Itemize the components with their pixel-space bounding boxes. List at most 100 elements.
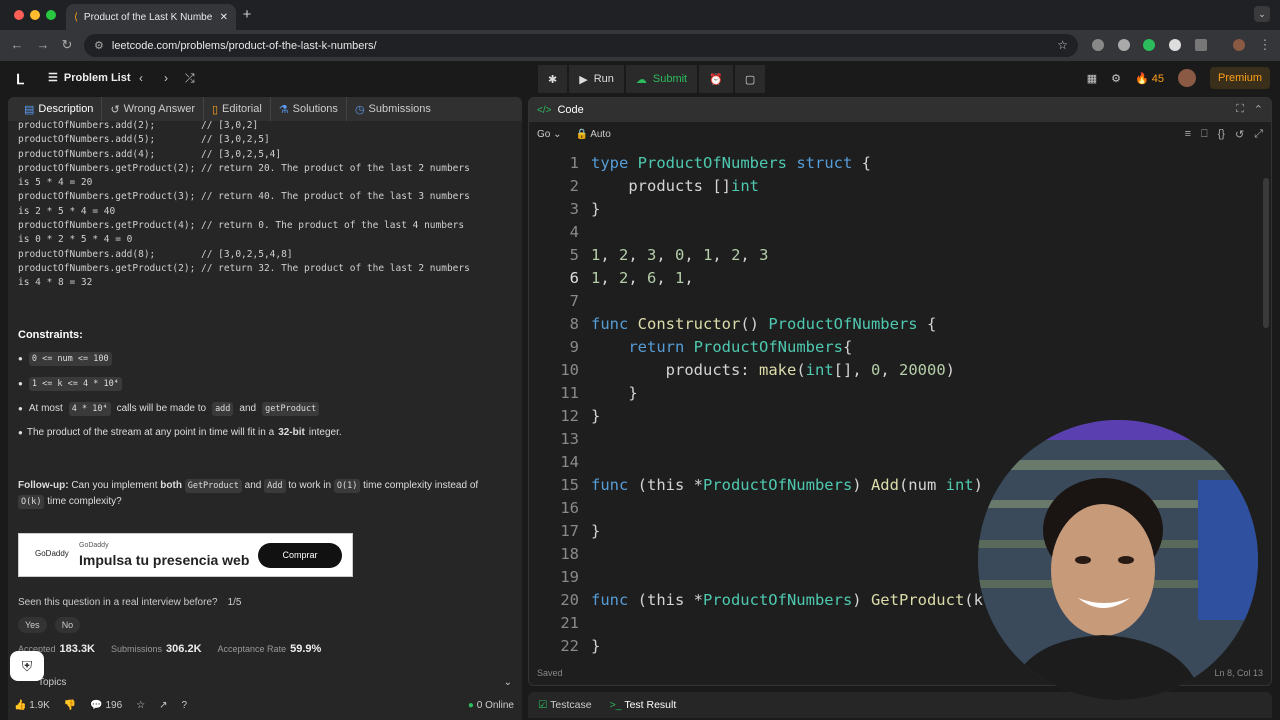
layout-icon[interactable]: ▦ (1087, 72, 1097, 85)
bullet-icon: ● (18, 404, 23, 414)
header-right: ▦ ⚙ 🔥 45 Premium (1087, 67, 1270, 89)
comments-button[interactable]: 💬 196 (90, 700, 122, 711)
back-icon[interactable]: ← (10, 38, 24, 52)
submit-button[interactable]: ☁ Submit (625, 65, 698, 93)
site-info-icon[interactable]: ⚙ (94, 39, 104, 52)
constraint-item: ● 0 <= num <= 100 (18, 351, 512, 366)
premium-button[interactable]: Premium (1209, 67, 1270, 89)
leetcode-logo-icon[interactable]: ᒪ (16, 71, 30, 87)
editor-scrollbar[interactable] (1263, 178, 1269, 328)
close-window-button[interactable] (14, 10, 24, 20)
language-select[interactable]: Go ⌄ (537, 129, 562, 140)
code-line: func (this *ProductOfNumbers) Add(num in… (591, 476, 1011, 494)
stat-value: 306.2K (166, 643, 202, 655)
code-line: 1, 2, 6, 1, (591, 269, 694, 287)
line-number: 4 (569, 223, 579, 241)
forward-icon[interactable]: → (36, 38, 50, 52)
tab-testcase[interactable]: ☑ Testcase (538, 699, 592, 711)
fullscreen-icon[interactable]: ⤢ (1254, 128, 1263, 141)
extension-icon[interactable] (1092, 39, 1104, 51)
topics-section[interactable]: Topics ⌄ (18, 677, 512, 688)
dislike-button[interactable]: 👎 (64, 700, 76, 711)
tab-editorial[interactable]: ▯ Editorial (204, 97, 271, 121)
timer-button[interactable]: ⏰ (699, 65, 733, 93)
profile-avatar[interactable] (1233, 39, 1245, 51)
reload-icon[interactable]: ↻ (60, 38, 74, 52)
streak-count: 45 (1151, 72, 1164, 85)
user-avatar[interactable] (1177, 69, 1196, 87)
cloud-upload-icon: ☁ (635, 73, 647, 86)
expand-icon[interactable]: ⛶ (1236, 103, 1244, 116)
reset-icon[interactable]: ↺ (1235, 128, 1244, 141)
tab-submissions[interactable]: ◷ Submissions (347, 97, 439, 121)
next-problem-icon[interactable]: › (164, 71, 168, 85)
like-button[interactable]: 👍 1.9K (14, 700, 50, 711)
format-icon[interactable]: ≡ (1185, 128, 1191, 141)
ad-cta-button[interactable]: Comprar (258, 543, 342, 568)
maximize-window-button[interactable] (46, 10, 56, 20)
code-line: } (591, 522, 601, 540)
braces-icon[interactable]: {} (1218, 128, 1225, 141)
code-title: Code (557, 104, 584, 116)
code-header-actions: ⛶ ⌃ (1236, 103, 1263, 116)
browser-menu-icon[interactable]: ⋮ (1258, 38, 1272, 52)
shield-icon[interactable]: ⛨ (10, 651, 44, 681)
thumbs-down-icon: 👎 (63, 699, 77, 711)
line-number: 13 (560, 430, 579, 448)
constraint-item: ● 1 <= k <= 4 * 10⁴ (18, 376, 512, 391)
line-number: 9 (569, 338, 579, 356)
help-icon[interactable]: ? (182, 700, 188, 711)
run-button[interactable]: ▶ Run (569, 65, 624, 93)
mode-label: Auto (590, 128, 611, 140)
line-number: 8 (569, 315, 579, 333)
history-icon: ↺ (110, 103, 120, 116)
stat-value: 183.3K (59, 643, 96, 655)
constraint-text: integer. (308, 426, 342, 438)
puzzle-extensions-icon[interactable] (1195, 39, 1207, 51)
new-tab-button[interactable]: + (240, 6, 254, 23)
prev-problem-icon[interactable]: ‹ (139, 71, 143, 85)
browser-tab[interactable]: ⟨ Product of the Last K Numbe ✕ (66, 4, 236, 30)
notes-button[interactable]: ▢ (734, 65, 766, 93)
advertisement-banner[interactable]: GoDaddy GoDaddy Impulsa tu presencia web… (18, 533, 353, 577)
online-count: ● 0 Online (468, 700, 514, 711)
bookmark-icon[interactable]: ⎕ (1201, 128, 1208, 141)
tab-menu-button[interactable]: ⌄ (1254, 6, 1270, 22)
example-line: productOfNumbers.add(4); // [3,0,2,5,4] (18, 148, 282, 160)
example-line: is 0 * 2 * 5 * 4 = 0 (18, 234, 133, 246)
tab-description[interactable]: ▤ Description (16, 97, 103, 121)
url-input[interactable]: ⚙ leetcode.com/problems/product-of-the-l… (84, 34, 1078, 57)
bookmark-star-icon[interactable]: ☆ (1057, 38, 1068, 52)
favorite-star-icon[interactable]: ☆ (136, 700, 145, 711)
shuffle-icon[interactable]: ⤮ (185, 71, 195, 86)
test-panel-tabs: ☑ Testcase >_ Test Result (528, 692, 1272, 718)
yes-button[interactable]: Yes (18, 617, 47, 633)
run-label: Run (593, 73, 614, 85)
code-line: products: make(int[], 0, 20000) (591, 361, 956, 379)
example-line: productOfNumbers.add(2); // [3,0,2] (18, 120, 259, 131)
share-icon[interactable]: ↗ (159, 700, 167, 711)
minimize-window-button[interactable] (30, 10, 40, 20)
no-button[interactable]: No (54, 617, 81, 633)
follow-up-code: GetProduct (184, 478, 242, 493)
collapse-icon[interactable]: ⌃ (1254, 103, 1263, 116)
line-number: 6 (569, 269, 579, 287)
settings-gear-icon[interactable]: ⚙ (1111, 72, 1121, 85)
problem-list-link[interactable]: ☰ Problem List (48, 71, 131, 85)
streak-counter[interactable]: 🔥 45 (1135, 72, 1164, 85)
tab-wrong-answer[interactable]: ↺ Wrong Answer (102, 97, 204, 121)
stat-value: 59.9% (290, 643, 322, 655)
comment-icon: 💬 (90, 699, 103, 711)
pen-extension-icon[interactable] (1118, 39, 1130, 51)
line-number: 7 (569, 292, 579, 310)
line-number: 20 (560, 591, 579, 609)
green-extension-icon[interactable] (1143, 39, 1155, 51)
record-extension-icon[interactable] (1169, 39, 1181, 51)
close-tab-icon[interactable]: ✕ (220, 12, 228, 23)
tab-label: Description (38, 103, 94, 115)
debug-button[interactable]: ✱ (538, 65, 568, 93)
follow-up-text: time complexity? (47, 495, 122, 507)
auto-mode[interactable]: 🔒 Auto (576, 129, 611, 140)
tab-solutions[interactable]: ⚗ Solutions (271, 97, 347, 121)
tab-test-result[interactable]: >_ Test Result (610, 699, 677, 711)
